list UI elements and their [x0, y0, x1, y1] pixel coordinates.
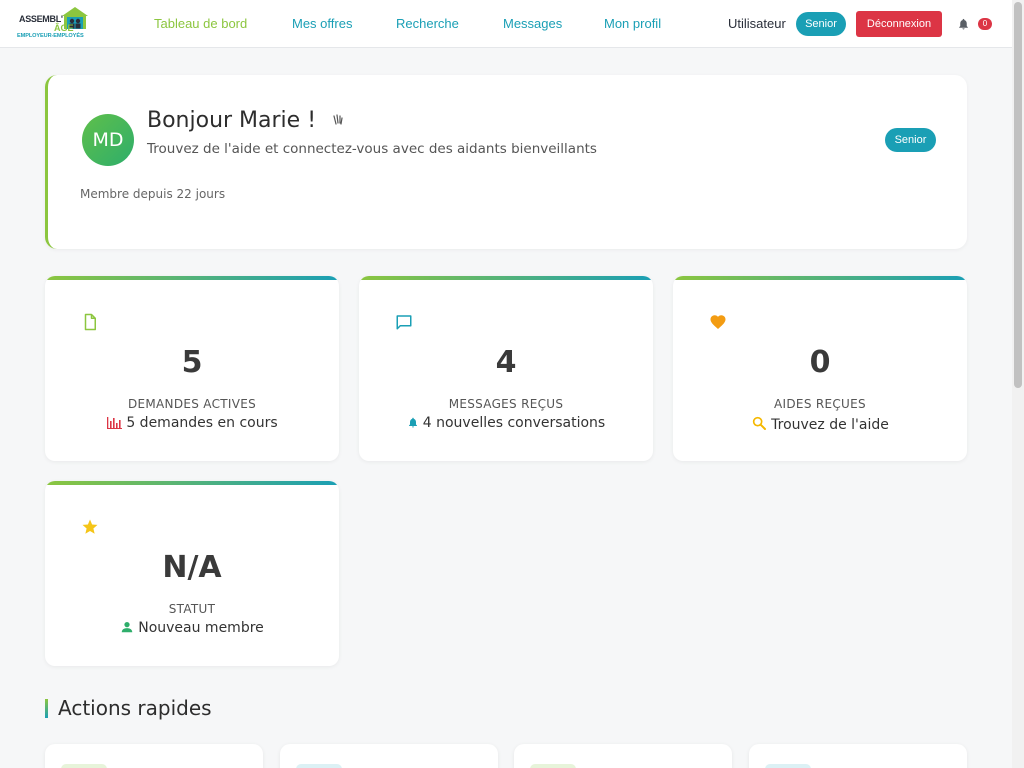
- stat-card-status[interactable]: N/A STATUT Nouveau membre: [45, 481, 339, 666]
- stat-label: MESSAGES REÇUS: [448, 397, 564, 411]
- greeting-title: Bonjour Marie !: [147, 108, 317, 133]
- quick-action-card[interactable]: [514, 744, 732, 768]
- quick-action-icon-chip: [61, 764, 107, 768]
- quick-action-card[interactable]: [749, 744, 967, 768]
- stat-label: STATUT: [168, 602, 216, 616]
- quick-actions-title: Actions rapides: [58, 696, 212, 720]
- search-icon: [752, 416, 767, 430]
- nav-link-my-profile[interactable]: Mon profil: [604, 16, 661, 31]
- stat-value: 4: [495, 345, 517, 380]
- stat-subtext-label: 5 demandes en cours: [126, 415, 278, 431]
- stat-card-accent-bar: [45, 276, 339, 280]
- welcome-subtitle: Trouvez de l'aide et connectez-vous avec…: [147, 141, 597, 157]
- nav-link-messages[interactable]: Messages: [503, 16, 562, 31]
- stat-card-active-requests[interactable]: 5 DEMANDES ACTIVES 5 demandes en cours: [45, 276, 339, 461]
- star-icon: [82, 519, 98, 534]
- heart-icon: [710, 315, 726, 330]
- app-logo[interactable]: ASSEMBL' ÂGE EMPLOYEUR-EMPLOYÉS: [16, 7, 90, 43]
- notifications-bell-icon[interactable]: [957, 17, 970, 31]
- nav-link-my-offers[interactable]: Mes offres: [292, 16, 352, 31]
- welcome-role-badge: Senior: [885, 128, 936, 152]
- page-scrollbar[interactable]: [1012, 0, 1024, 768]
- quick-action-icon-chip: [296, 764, 342, 768]
- logo-text-line2: ÂGE: [54, 23, 74, 33]
- stat-card-accent-bar: [45, 481, 339, 485]
- stat-value: N/A: [162, 550, 222, 585]
- quick-action-card[interactable]: [280, 744, 498, 768]
- stat-card-accent-bar: [359, 276, 653, 280]
- logo-text-line3: EMPLOYEUR-EMPLOYÉS: [17, 33, 84, 39]
- person-icon: [121, 622, 133, 633]
- stat-card-accent-bar: [673, 276, 967, 280]
- scrollbar-thumb[interactable]: [1014, 2, 1022, 388]
- stat-subtext-label: Nouveau membre: [138, 620, 264, 636]
- stat-subtext: Nouveau membre: [45, 620, 339, 636]
- avatar: MD: [82, 114, 134, 166]
- stat-subtext[interactable]: Trouvez de l'aide: [673, 415, 967, 433]
- stat-value: 5: [181, 345, 203, 380]
- quick-action-card[interactable]: [45, 744, 263, 768]
- bell-icon: [408, 417, 417, 428]
- stat-card-help-received[interactable]: 0 AIDES REÇUES Trouvez de l'aide: [673, 276, 967, 461]
- stat-label: AIDES REÇUES: [774, 397, 866, 411]
- user-label: Utilisateur: [728, 16, 786, 31]
- quick-action-icon-chip: [765, 764, 811, 768]
- nav-link-dashboard[interactable]: Tableau de bord: [154, 16, 247, 31]
- section-accent-bar: [45, 699, 48, 718]
- role-badge: Senior: [796, 12, 846, 36]
- stat-card-messages-received[interactable]: 4 MESSAGES REÇUS 4 nouvelles conversatio…: [359, 276, 653, 461]
- top-navbar: ASSEMBL' ÂGE EMPLOYEUR-EMPLOYÉS Tableau …: [0, 0, 1012, 48]
- stat-subtext: 5 demandes en cours: [45, 415, 339, 431]
- message-icon: [396, 315, 412, 330]
- stat-subtext-label: 4 nouvelles conversations: [422, 415, 606, 431]
- stat-label: DEMANDES ACTIVES: [127, 397, 257, 411]
- quick-action-icon-chip: [530, 764, 576, 768]
- waving-hand-icon: [333, 114, 343, 125]
- stat-subtext: 4 nouvelles conversations: [359, 415, 653, 431]
- nav-link-search[interactable]: Recherche: [396, 16, 459, 31]
- stat-value: 0: [809, 345, 831, 380]
- member-since-text: Membre depuis 22 jours: [80, 187, 226, 201]
- welcome-card: MD Bonjour Marie ! Trouvez de l'aide et …: [45, 75, 967, 249]
- notification-count-badge: 0: [978, 18, 992, 30]
- document-icon: [84, 313, 96, 331]
- stat-subtext-label: Trouvez de l'aide: [771, 417, 889, 433]
- logout-button[interactable]: Déconnexion: [856, 11, 942, 37]
- bar-chart-icon: [107, 417, 123, 430]
